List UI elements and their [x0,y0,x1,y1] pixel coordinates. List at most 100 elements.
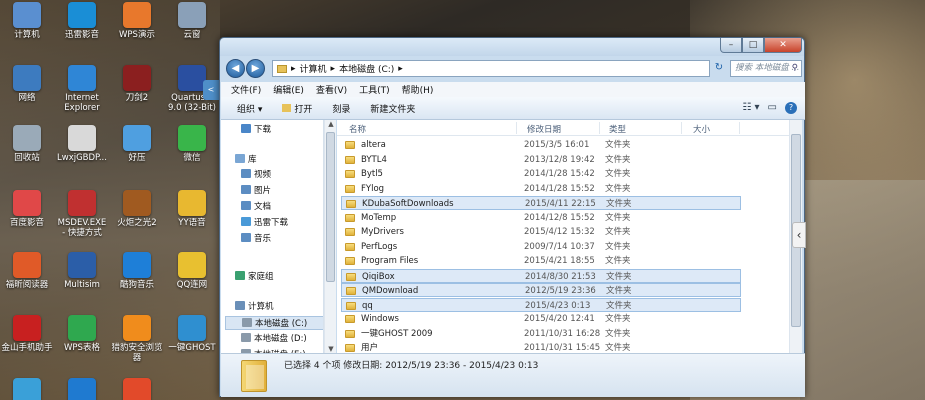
file-row[interactable]: BYTL4 2013/12/8 19:42 文件夹 [341,153,741,167]
file-row[interactable]: Windows 2015/4/20 12:41 文件夹 [341,312,741,326]
desktop-icon[interactable]: 云窗 [165,2,219,40]
desktop-icon[interactable]: 火炬之光2 [110,190,164,228]
nav-item[interactable]: 文档 [241,200,271,214]
desktop-icon-label: 金山手机助手 [1,343,53,353]
desktop-icon[interactable] [55,378,109,400]
file-row[interactable]: Bytl5 2014/1/28 15:42 文件夹 [341,167,741,181]
desktop-icon[interactable]: QQ连网 [165,252,219,290]
nav-icon [235,301,245,310]
desktop-icon[interactable]: Multisim [55,252,109,290]
file-row[interactable]: MoTemp 2014/12/8 15:52 文件夹 [341,211,741,225]
breadcrumb-drive-c[interactable]: 本地磁盘 (C:) [339,62,394,75]
folder-icon [345,213,355,222]
view-options-icon[interactable]: ☷ ▾ [742,102,759,114]
file-row[interactable]: altera 2015/3/5 16:01 文件夹 [341,138,741,152]
menu-bar: 文件(F) 编辑(E) 查看(V) 工具(T) 帮助(H) [221,82,805,97]
desktop-icon[interactable]: 福昕阅读器 [0,252,54,290]
new-folder-button[interactable]: 新建文件夹 [370,102,415,115]
nav-item[interactable]: 家庭组 [235,270,274,284]
preview-pane-icon[interactable]: ▭ [768,102,777,114]
desktop-icon[interactable]: 刀剑2 [110,65,164,103]
file-row[interactable]: Program Files 2015/4/21 18:55 文件夹 [341,254,741,268]
desktop-icon[interactable]: 金山手机助手 [0,315,54,353]
file-row[interactable]: 一键GHOST 2009 2011/10/31 16:28 文件夹 [341,327,741,341]
app-icon [123,125,151,151]
search-input[interactable]: 搜索 本地磁盘 ... ⚲ [730,60,802,77]
desktop-icon-label: QQ连网 [176,280,208,290]
nav-item[interactable]: 计算机 [235,300,274,314]
file-type: 文件夹 [605,314,631,324]
app-icon [178,2,206,28]
address-bar[interactable]: ▸ 计算机 ▸ 本地磁盘 (C:) ▸ [272,60,710,77]
file-list: 名称 修改日期 类型 大小 altera 2015/3/5 16:01 文件夹 BYT… [337,120,789,353]
nav-item[interactable]: 下载 [241,123,271,137]
file-row[interactable]: PerfLogs 2009/7/14 10:37 文件夹 [341,240,741,254]
desktop-icon[interactable]: 百度影音 [0,190,54,228]
help-icon[interactable]: ? [785,102,797,114]
title-bar[interactable]: – □ ✕ [220,38,804,56]
desktop-icon[interactable]: 回收站 [0,125,54,163]
desktop-icon[interactable] [110,378,164,400]
nav-item-label: 视频 [254,170,272,180]
forward-button[interactable]: ▶ [246,59,265,78]
file-row[interactable]: 用户 2011/10/31 15:45 文件夹 [341,341,741,353]
menu-edit[interactable]: 编辑(E) [273,83,304,96]
file-name: KDubaSoftDownloads [362,199,454,209]
nav-scrollbar[interactable]: ▲ ▼ [324,120,336,353]
nav-item[interactable]: 视频 [241,168,271,182]
column-size[interactable]: 大小 [693,123,710,135]
nav-item[interactable]: 库 [235,153,257,167]
organize-button[interactable]: 组织 ▾ [237,102,262,115]
desktop-icon[interactable]: 猎豹安全浏览器 [110,315,164,363]
desktop-icon[interactable]: 一键GHOST [165,315,219,353]
file-row[interactable]: MyDrivers 2015/4/12 15:32 文件夹 [341,225,741,239]
file-name: Windows [361,314,399,324]
nav-item[interactable]: 本地磁盘 (D:) [241,332,307,346]
refresh-icon[interactable]: ↻ [712,62,726,75]
app-icon [123,190,151,216]
file-type: 文件夹 [606,286,632,296]
search-icon: ⚲ [791,63,798,73]
file-row[interactable]: QMDownload 2012/5/19 23:36 文件夹 [341,283,741,297]
desktop-icon[interactable]: LwxjGBDP... [55,125,109,163]
menu-file[interactable]: 文件(F) [231,83,261,96]
nav-item[interactable]: 图片 [241,184,271,198]
file-row[interactable]: KDubaSoftDownloads 2015/4/11 22:15 文件夹 [341,196,741,210]
nav-item[interactable]: 迅雷下载 [241,216,288,230]
desktop-icon[interactable]: 计算机 [0,2,54,40]
desktop-icon[interactable]: 好压 [110,125,164,163]
column-name[interactable]: 名称 [349,123,366,135]
burn-button[interactable]: 刻录 [332,102,350,115]
desktop-icon[interactable]: 迅雷影音 [55,2,109,40]
desktop-icon[interactable]: 网络 [0,65,54,103]
menu-tools[interactable]: 工具(T) [359,83,390,96]
file-row[interactable]: qq 2015/4/23 0:13 文件夹 [341,297,741,312]
right-side-panel-arrow[interactable]: ‹ [792,222,806,248]
desktop-icon[interactable]: YY语音 [165,190,219,228]
desktop-icon-label: 云窗 [183,30,201,40]
column-date[interactable]: 修改日期 [527,123,561,135]
desktop-icon[interactable]: Internet Explorer [55,65,109,113]
minimize-button[interactable]: – [720,38,742,53]
close-button[interactable]: ✕ [764,38,802,53]
side-panel-tab[interactable]: < [203,80,219,100]
back-button[interactable]: ◀ [226,59,245,78]
breadcrumb-computer[interactable]: 计算机 [300,62,327,75]
app-icon [68,252,96,278]
menu-view[interactable]: 查看(V) [316,83,347,96]
desktop-icon-label: 迅雷影音 [64,30,99,40]
file-row[interactable]: QiqiBox 2014/8/30 21:53 文件夹 [341,268,741,283]
nav-item[interactable]: 本地磁盘 (C:) [225,316,323,330]
desktop-icon[interactable] [0,378,54,400]
maximize-button[interactable]: □ [742,38,764,53]
desktop-icon[interactable]: WPS表格 [55,315,109,353]
file-row[interactable]: FYlog 2014/1/28 15:52 文件夹 [341,182,741,196]
nav-item[interactable]: 音乐 [241,232,271,246]
open-button[interactable]: 打开 [282,102,312,115]
menu-help[interactable]: 帮助(H) [402,83,434,96]
desktop-icon[interactable]: MSDEV.EXE - 快捷方式 [55,190,109,238]
column-type[interactable]: 类型 [609,123,626,135]
desktop-icon[interactable]: 酷狗音乐 [110,252,164,290]
desktop-icon[interactable]: WPS演示 [110,2,164,40]
desktop-icon[interactable]: 微信 [165,125,219,163]
